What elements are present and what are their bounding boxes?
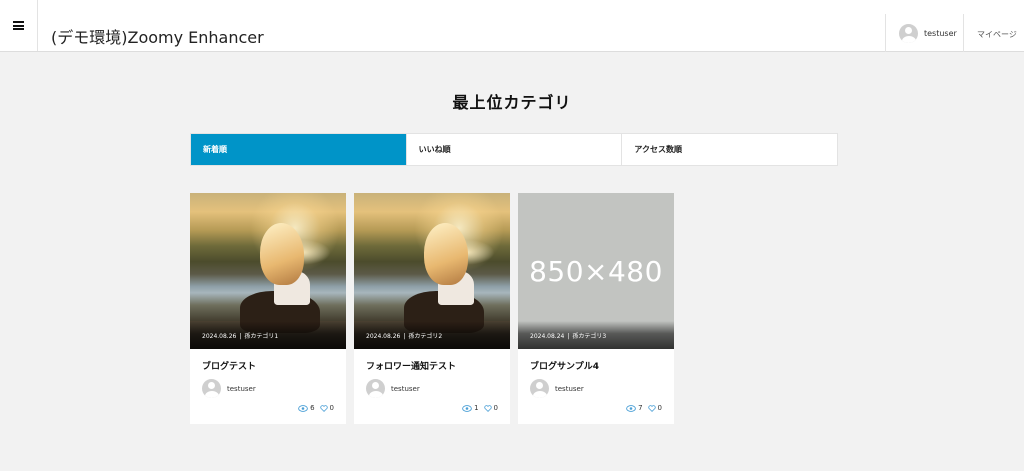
eye-icon bbox=[462, 404, 472, 412]
post-thumbnail[interactable]: 850×480 2024.08.24 | 孫カテゴリ3 bbox=[518, 193, 674, 349]
heart-icon[interactable] bbox=[483, 404, 492, 412]
post-meta: 2024.08.26 | 孫カテゴリ2 bbox=[354, 321, 510, 349]
view-count: 7 bbox=[638, 404, 643, 412]
eye-icon bbox=[626, 404, 636, 412]
post-author[interactable]: testuser bbox=[366, 379, 420, 398]
site-header: (デモ環境)Zoomy Enhancer testuser マイページ bbox=[0, 0, 1024, 52]
post-meta: 2024.08.26 | 孫カテゴリ1 bbox=[190, 321, 346, 349]
post-category[interactable]: 孫カテゴリ2 bbox=[408, 331, 442, 340]
post-date: 2024.08.26 bbox=[366, 333, 401, 340]
author-name: testuser bbox=[391, 384, 420, 393]
post-stats: 1 0 bbox=[462, 404, 498, 412]
post-category[interactable]: 孫カテゴリ1 bbox=[244, 331, 278, 340]
post-stats: 6 0 bbox=[298, 404, 334, 412]
tab-access[interactable]: アクセス数順 bbox=[621, 134, 837, 165]
post-thumbnail[interactable]: 2024.08.26 | 孫カテゴリ1 bbox=[190, 193, 346, 349]
sort-tabs: 新着順 いいね順 アクセス数順 bbox=[190, 133, 838, 166]
post-title[interactable]: ブログテスト bbox=[202, 359, 256, 372]
post-date: 2024.08.26 bbox=[202, 333, 237, 340]
post-author[interactable]: testuser bbox=[530, 379, 584, 398]
heart-icon[interactable] bbox=[647, 404, 656, 412]
header-username: testuser bbox=[924, 29, 957, 38]
author-avatar-icon bbox=[530, 379, 549, 398]
author-name: testuser bbox=[555, 384, 584, 393]
author-name: testuser bbox=[227, 384, 256, 393]
post-date: 2024.08.24 bbox=[530, 333, 565, 340]
author-avatar-icon bbox=[366, 379, 385, 398]
page-title: 最上位カテゴリ bbox=[452, 93, 572, 112]
post-stats: 7 0 bbox=[626, 404, 662, 412]
tab-likes[interactable]: いいね順 bbox=[405, 134, 622, 165]
post-author[interactable]: testuser bbox=[202, 379, 256, 398]
post-meta: 2024.08.24 | 孫カテゴリ3 bbox=[518, 321, 674, 349]
user-menu[interactable]: testuser bbox=[885, 14, 964, 52]
placeholder-text: 850×480 bbox=[529, 254, 663, 288]
eye-icon bbox=[298, 404, 308, 412]
post-category[interactable]: 孫カテゴリ3 bbox=[572, 331, 606, 340]
post-thumbnail[interactable]: 2024.08.26 | 孫カテゴリ2 bbox=[354, 193, 510, 349]
site-title[interactable]: (デモ環境)Zoomy Enhancer bbox=[51, 24, 264, 48]
post-title[interactable]: フォロワー通知テスト bbox=[366, 359, 456, 372]
view-count: 1 bbox=[474, 404, 479, 412]
post-card[interactable]: 2024.08.26 | 孫カテゴリ2 フォロワー通知テスト testuser 1 … bbox=[354, 193, 510, 424]
like-count: 0 bbox=[329, 404, 334, 412]
post-card[interactable]: 2024.08.26 | 孫カテゴリ1 ブログテスト testuser 6 0 bbox=[190, 193, 346, 424]
like-count: 0 bbox=[657, 404, 662, 412]
author-avatar-icon bbox=[202, 379, 221, 398]
heart-icon[interactable] bbox=[319, 404, 328, 412]
user-avatar-icon bbox=[899, 24, 918, 43]
like-count: 0 bbox=[493, 404, 498, 412]
hamburger-menu-icon[interactable] bbox=[0, 0, 38, 51]
view-count: 6 bbox=[310, 404, 315, 412]
mypage-link[interactable]: マイページ bbox=[963, 14, 1024, 52]
post-card[interactable]: 850×480 2024.08.24 | 孫カテゴリ3 ブログサンプル4 testu… bbox=[518, 193, 674, 424]
post-title[interactable]: ブログサンプル4 bbox=[530, 359, 599, 372]
tab-newest[interactable]: 新着順 bbox=[191, 134, 406, 165]
